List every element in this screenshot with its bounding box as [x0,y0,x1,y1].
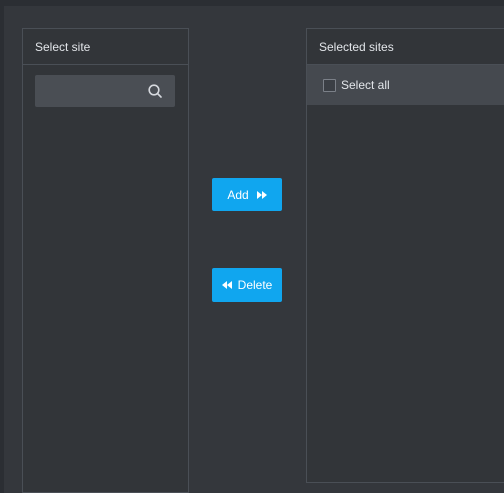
select-all-label: Select all [341,78,390,92]
add-button[interactable]: Add [212,178,282,211]
selected-sites-panel: Selected sites Select all [306,28,504,483]
select-site-header: Select site [23,29,188,65]
site-transfer-dialog: Select site Add Delete Selected sites Se… [4,6,504,493]
double-arrow-left-icon [221,281,232,289]
select-site-panel: Select site [22,28,189,493]
select-site-title: Select site [35,39,91,54]
select-all-checkbox[interactable] [323,78,336,92]
select-all-row[interactable]: Select all [307,65,504,105]
double-arrow-right-icon [256,190,267,199]
delete-button-label: Delete [237,278,273,292]
add-button-label: Add [227,187,249,202]
selected-sites-header: Selected sites [307,29,504,65]
selected-sites-title: Selected sites [319,39,394,54]
search-icon[interactable] [147,83,163,99]
delete-button[interactable]: Delete [212,268,282,302]
